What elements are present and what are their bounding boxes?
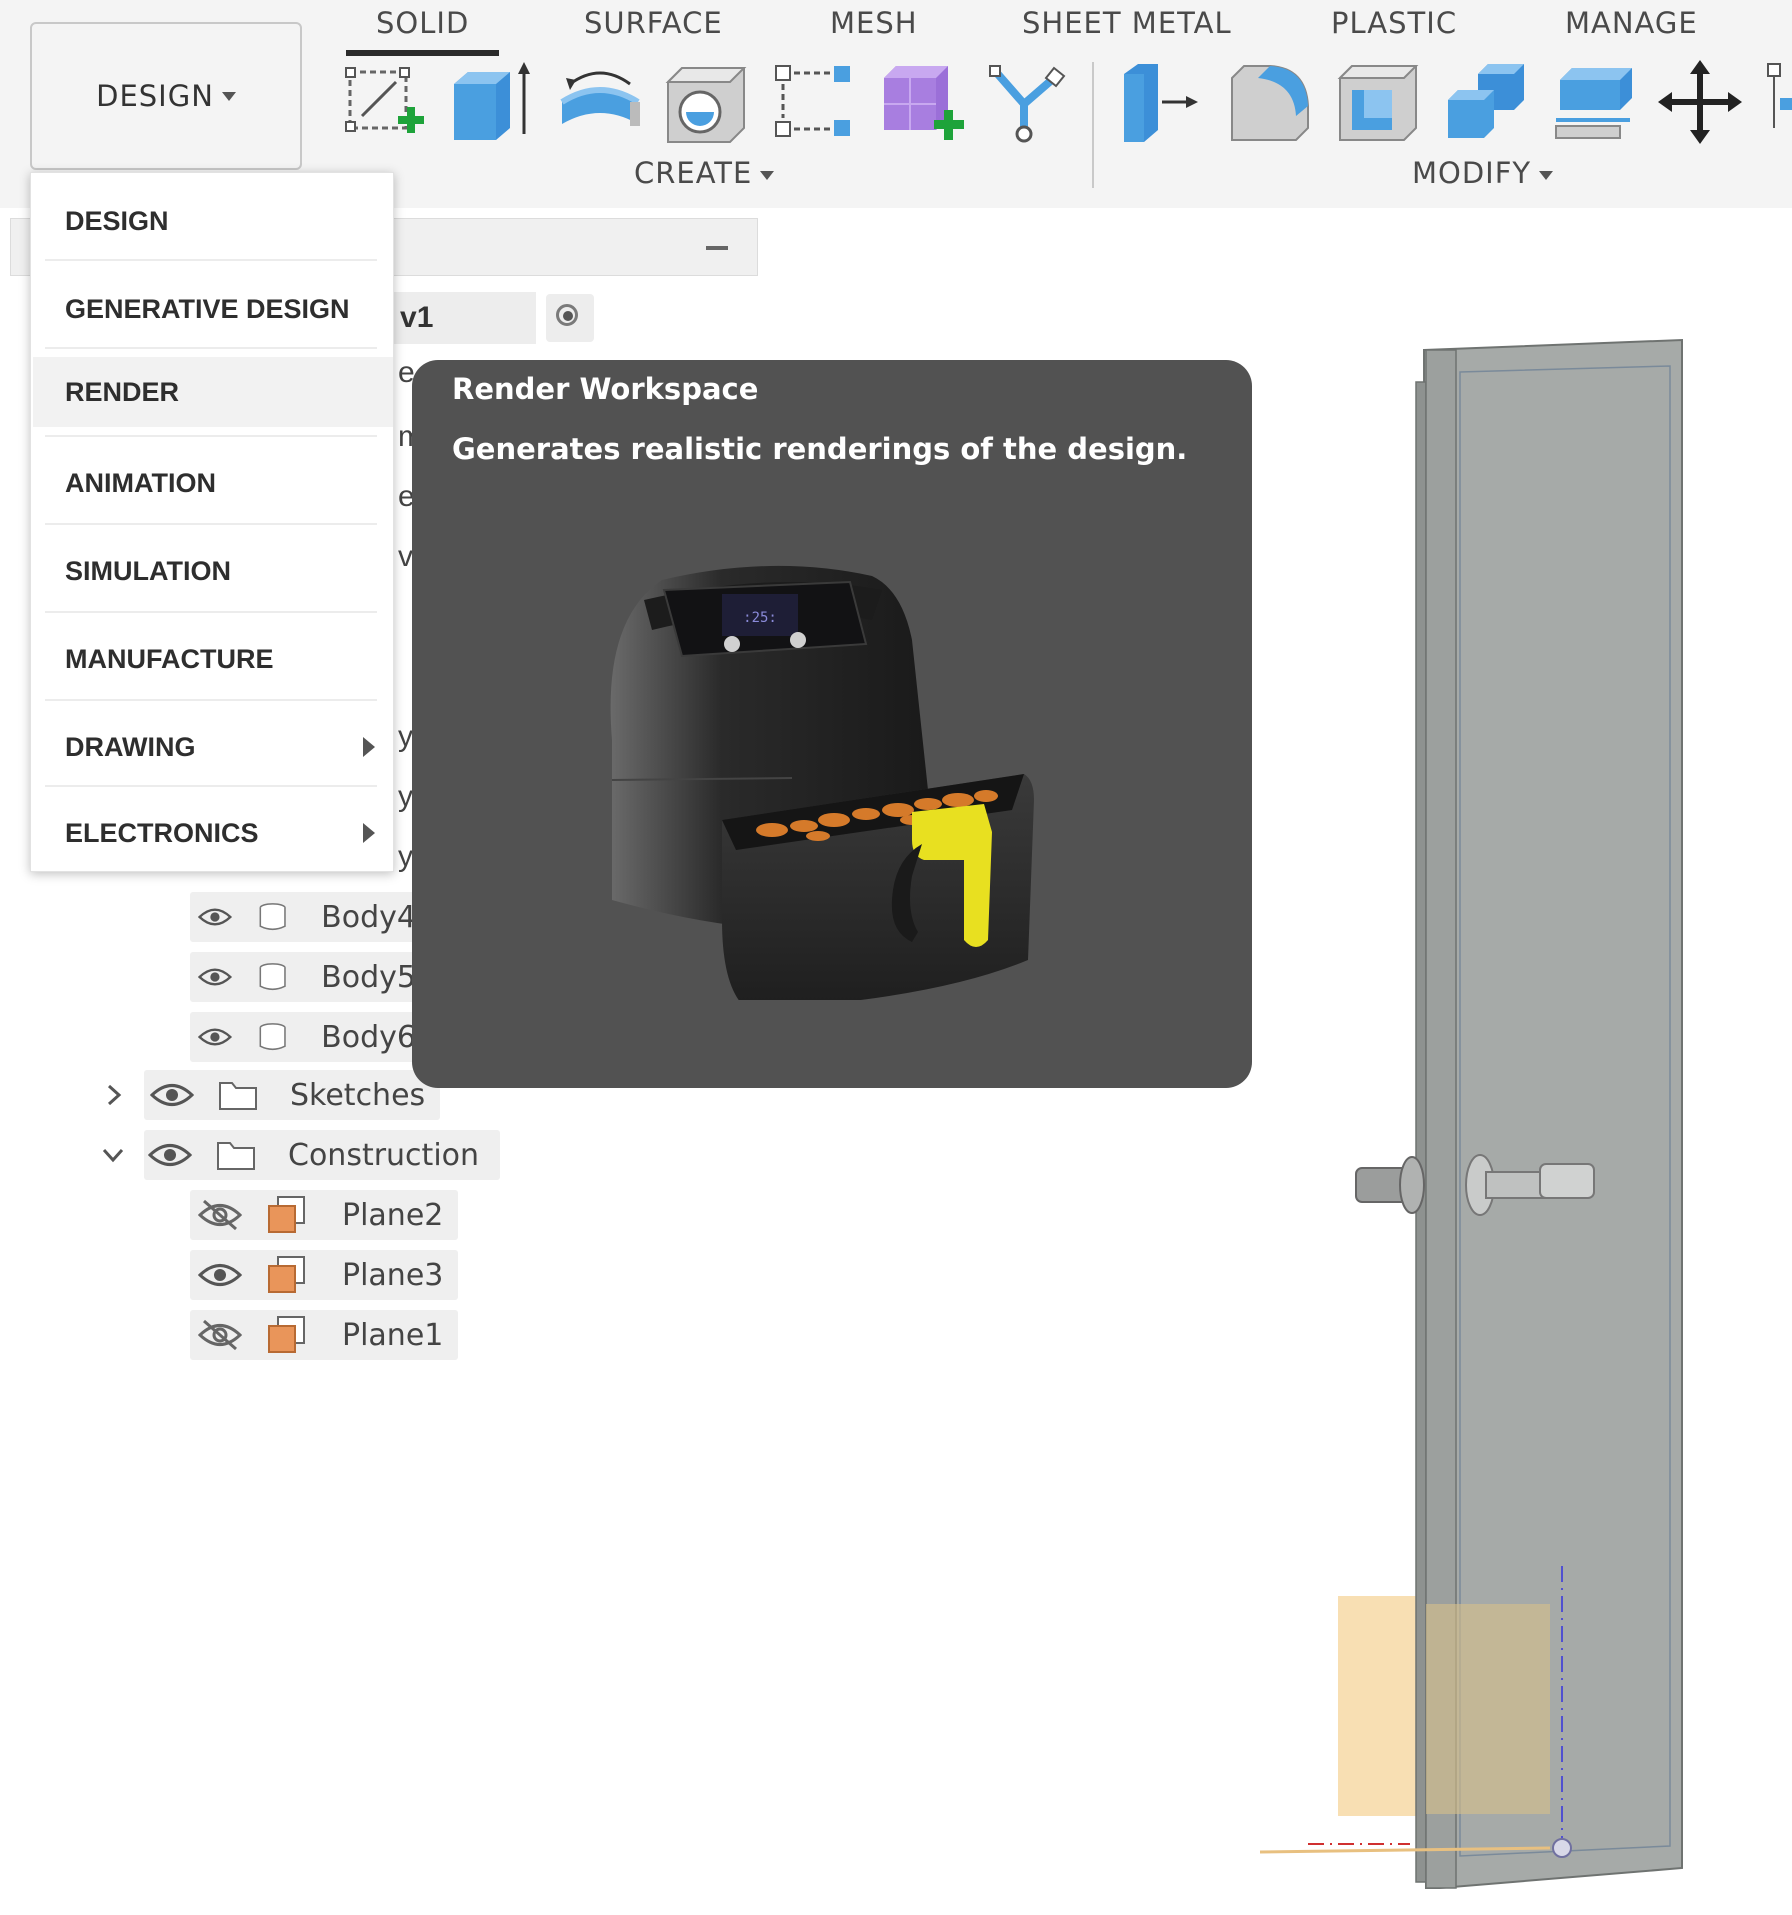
menu-item-design[interactable]: DESIGN [33,189,393,253]
menu-item-simulation[interactable]: SIMULATION [33,539,393,603]
submenu-arrow-icon [363,737,375,757]
body-icon [259,963,286,991]
tooltip-title: Render Workspace [452,372,759,406]
submenu-arrow-icon [363,823,375,843]
workspace-switcher-button[interactable]: DESIGN [30,22,302,170]
plane-icon [268,1316,305,1353]
menu-divider [45,347,377,349]
menu-divider [45,699,377,701]
active-component-radio[interactable] [546,294,594,342]
eye-icon[interactable] [198,1022,232,1052]
extrude-icon[interactable] [448,58,536,146]
fillet-icon[interactable] [1226,58,1314,146]
menu-item-electronics[interactable]: ELECTRONICS [33,801,393,865]
form-icon[interactable] [984,58,1072,146]
tree-row-label: Plane3 [342,1257,444,1293]
body-icon [259,903,286,931]
tab-surface[interactable]: SURFACE [584,6,723,40]
tree-row-folder-sketches[interactable]: Sketches [96,1070,442,1120]
tree-row-label: Body6 [321,1019,416,1055]
tree-row-plane[interactable]: Plane2 [190,1190,458,1240]
menu-item-label: GENERATIVE DESIGN [65,293,350,324]
menu-item-drawing[interactable]: DRAWING [33,715,393,779]
menu-item-generative-design[interactable]: GENERATIVE DESIGN [33,277,393,341]
tree-row-body[interactable]: Body5 [190,952,416,1002]
svg-text::25:: :25: [743,610,777,626]
menu-item-label: RENDER [65,376,180,407]
workspace-menu: DESIGN GENERATIVE DESIGN RENDER ANIMATIO… [30,172,394,872]
menu-item-render[interactable]: RENDER [33,357,393,427]
modify-menu[interactable]: MODIFY [1412,156,1554,190]
create-sketch-icon[interactable] [340,58,428,146]
new-component-icon[interactable] [878,58,966,146]
collapse-icon[interactable] [706,246,728,250]
hole-icon[interactable] [662,58,750,146]
menu-item-label: SIMULATION [65,555,231,586]
menu-divider [45,611,377,613]
menu-divider [45,523,377,525]
create-menu-label: CREATE [634,156,753,190]
menu-item-manufacture[interactable]: MANUFACTURE [33,627,393,691]
folder-icon [217,1142,255,1170]
tree-row-label: Plane2 [342,1197,444,1233]
plane-icon [268,1196,305,1233]
combine-icon[interactable] [1442,58,1530,146]
eye-icon[interactable] [150,1080,194,1110]
tab-plastic[interactable]: PLASTIC [1331,6,1457,40]
plane-icon [268,1256,305,1293]
tree-row-body[interactable]: Body6 [190,1012,416,1062]
body-icon [259,1023,286,1051]
press-pull-icon[interactable] [1118,58,1206,146]
eye-hidden-icon[interactable] [198,1198,242,1232]
tab-manage[interactable]: MANAGE [1565,6,1698,40]
eye-icon[interactable] [198,902,232,932]
tree-row-label: Body5 [321,959,416,995]
create-menu[interactable]: CREATE [634,156,775,190]
revolve-icon[interactable] [556,58,644,146]
tab-solid[interactable]: SOLID [345,6,500,56]
tree-row-label: Body4 [321,899,416,935]
tree-row-body[interactable]: Body4 [190,892,416,942]
menu-item-label: ANIMATION [65,467,216,498]
modify-menu-label: MODIFY [1412,156,1532,190]
chevron-down-icon [221,91,236,101]
toolbar-divider [1092,62,1094,188]
tree-row-label: Construction [288,1137,480,1173]
tooltip-description: Generates realistic renderings of the de… [452,432,1188,466]
menu-item-label: MANUFACTURE [65,643,274,674]
eye-icon[interactable] [198,1260,242,1290]
eye-icon[interactable] [198,962,232,992]
chevron-right-icon[interactable] [102,1082,126,1108]
align-icon[interactable] [1764,58,1792,146]
move-icon[interactable] [1656,58,1744,146]
menu-divider [45,259,377,261]
tree-row-label: Sketches [290,1077,426,1113]
render-workspace-tooltip: Render Workspace Generates realistic ren… [412,360,1252,1088]
tab-mesh[interactable]: MESH [830,6,918,40]
rectangular-pattern-icon[interactable] [770,58,858,146]
menu-item-label: DESIGN [65,205,169,236]
menu-divider [45,435,377,437]
menu-item-label: ELECTRONICS [65,817,259,848]
menu-item-animation[interactable]: ANIMATION [33,451,393,515]
chevron-down-icon [1539,170,1554,180]
eye-icon[interactable] [148,1140,192,1170]
chevron-down-icon [760,170,775,180]
chevron-down-icon[interactable] [100,1143,126,1167]
workspace-switcher-label: DESIGN [96,79,214,113]
tree-row-plane[interactable]: Plane1 [190,1310,458,1360]
origin-point [1552,1838,1572,1858]
shell-icon[interactable] [1334,58,1422,146]
canvas-viewport[interactable] [1200,320,1792,1915]
eye-hidden-icon[interactable] [198,1318,242,1352]
tree-row-folder-construction[interactable]: Construction [96,1130,502,1180]
offset-face-icon[interactable] [1550,58,1638,146]
tree-row-plane[interactable]: Plane3 [190,1250,458,1300]
tab-sheet-metal[interactable]: SHEET METAL [1022,6,1232,40]
menu-divider [45,785,377,787]
menu-item-label: DRAWING [65,731,196,762]
tree-row-label: Plane1 [342,1317,444,1353]
folder-icon [219,1082,257,1110]
air-fryer-render-image: :25: [610,565,1034,1000]
